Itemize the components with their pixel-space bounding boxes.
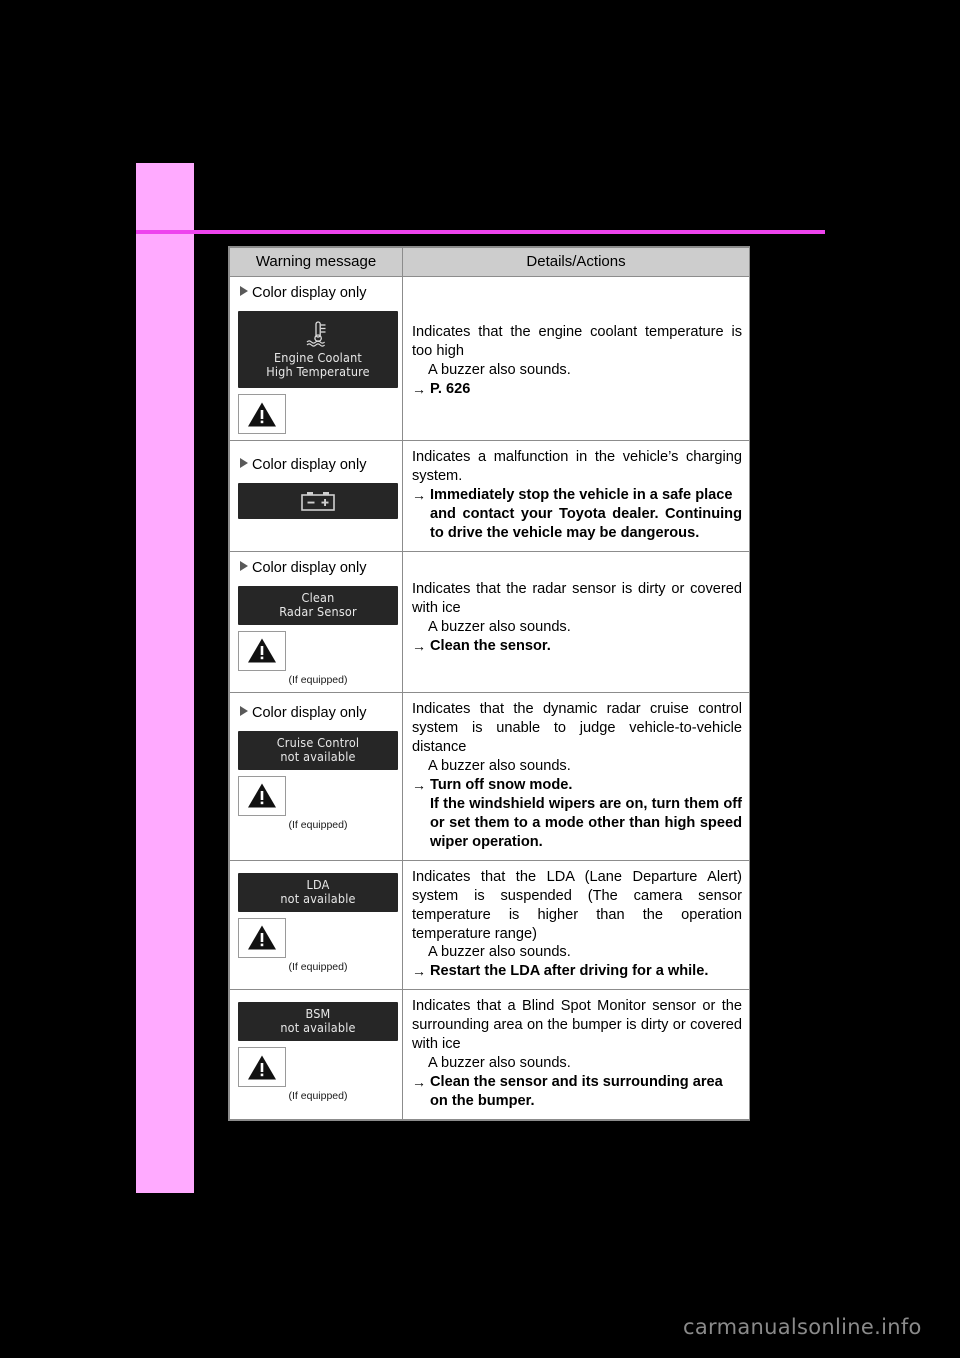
arrow-icon: → bbox=[412, 1074, 426, 1091]
mid-display-line: BSM bbox=[305, 1006, 331, 1022]
detail-intro: Indicates that the LDA (Lane Departure A… bbox=[412, 868, 742, 942]
detail-action: Clean the sensor and its surrounding are… bbox=[430, 1074, 723, 1091]
if-equipped-note: (If equipped) bbox=[288, 673, 348, 686]
detail-intro: Indicates that a Blind Spot Monitor sens… bbox=[412, 998, 742, 1053]
details-actions-cell: Indicates that the engine coolant temper… bbox=[402, 276, 750, 441]
color-display-only-note: Color display only bbox=[240, 705, 394, 721]
detail-buzzer: A buzzer also sounds. bbox=[428, 757, 571, 774]
mid-display-engine-coolant: Engine Coolant High Temperature bbox=[238, 311, 398, 388]
color-display-only-note: Color display only bbox=[240, 560, 394, 576]
warning-triangle-icon bbox=[248, 1055, 276, 1080]
header-rule bbox=[136, 230, 825, 234]
master-warning-triangle-box bbox=[238, 630, 286, 671]
battery-icon bbox=[301, 492, 335, 511]
details-actions-cell: Indicates that the radar sensor is dirty… bbox=[402, 550, 750, 693]
detail-action-continued: and contact your Toyota dealer. Continui… bbox=[430, 505, 742, 541]
detail-intro: Indicates that the engine coolant temper… bbox=[412, 324, 742, 359]
warning-message-cell: BSM not available (If equipped) bbox=[229, 989, 403, 1121]
column-header-details-actions: Details/Actions bbox=[402, 247, 750, 277]
mid-display-lda: LDA not available bbox=[238, 872, 398, 912]
triangle-bullet-icon bbox=[240, 560, 248, 571]
master-warning-triangle-box bbox=[238, 775, 286, 816]
mid-display-line: not available bbox=[280, 1020, 356, 1036]
warning-message-cell: Color display only bbox=[229, 440, 403, 552]
detail-buzzer: A buzzer also sounds. bbox=[428, 944, 571, 961]
detail-intro: Indicates that the radar sensor is dirty… bbox=[412, 580, 742, 616]
page-canvas: Warning message Details/Actions Color di… bbox=[0, 0, 960, 1358]
detail-action: Immediately stop the vehicle in a safe p… bbox=[430, 486, 733, 503]
page-side-tab bbox=[136, 163, 194, 1193]
arrow-icon: → bbox=[412, 637, 426, 654]
details-actions-cell: Indicates a malfunction in the vehicle’s… bbox=[402, 440, 750, 552]
warning-triangle-icon bbox=[248, 638, 276, 663]
details-actions-cell: Indicates that the dynamic radar cruise … bbox=[402, 691, 750, 861]
table-row: LDA not available (If equipped) Indicate… bbox=[229, 859, 750, 991]
mid-display-line: High Temperature bbox=[266, 364, 370, 379]
triangle-bullet-icon bbox=[240, 286, 248, 296]
mid-display-clean-radar-sensor: Clean Radar Sensor bbox=[238, 585, 398, 625]
warning-triangle-icon bbox=[248, 925, 276, 950]
if-equipped-note: (If equipped) bbox=[288, 960, 348, 973]
detail-buzzer: A buzzer also sounds. bbox=[428, 1055, 571, 1072]
triangle-bullet-icon bbox=[240, 705, 248, 716]
detail-buzzer: A buzzer also sounds. bbox=[428, 361, 571, 378]
details-actions-cell: Indicates that a Blind Spot Monitor sens… bbox=[402, 989, 750, 1121]
color-display-only-note: Color display only bbox=[240, 285, 394, 301]
watermark: carmanualsonline.info bbox=[683, 1315, 922, 1339]
mid-display-bsm: BSM not available bbox=[238, 1002, 398, 1042]
warning-triangle-icon bbox=[248, 783, 276, 808]
table-row: BSM not available (If equipped) Indicate… bbox=[229, 989, 750, 1121]
table-row: Color display only bbox=[229, 276, 750, 441]
warning-message-cell: Color display only Cruise Control not av… bbox=[229, 691, 403, 861]
if-equipped-note: (If equipped) bbox=[288, 818, 348, 831]
mid-display-line: LDA bbox=[306, 876, 330, 892]
if-equipped-note: (If equipped) bbox=[288, 1090, 348, 1103]
arrow-icon: → bbox=[412, 380, 426, 397]
table-header-row: Warning message Details/Actions bbox=[229, 247, 750, 277]
detail-action-continued: If the windshield wipers are on, turn th… bbox=[430, 795, 742, 850]
mid-display-line: Clean bbox=[301, 589, 335, 605]
details-actions-cell: Indicates that the LDA (Lane Departure A… bbox=[402, 859, 750, 991]
master-warning-triangle-box bbox=[238, 1047, 286, 1088]
column-header-warning-message: Warning message bbox=[229, 247, 403, 277]
mid-display-line: Cruise Control bbox=[276, 734, 360, 750]
warning-message-cell: LDA not available (If equipped) bbox=[229, 859, 403, 991]
arrow-icon: → bbox=[412, 963, 426, 980]
arrow-icon: → bbox=[412, 486, 426, 503]
detail-action: P. 626 bbox=[430, 380, 471, 397]
mid-display-line: Engine Coolant bbox=[273, 350, 363, 365]
mid-display-line: not available bbox=[280, 890, 356, 906]
warning-triangle-icon bbox=[248, 402, 276, 426]
coolant-temp-icon bbox=[306, 321, 326, 347]
mid-display-charging-system bbox=[238, 483, 398, 519]
table-row: Color display only Clean Radar Sensor (I… bbox=[229, 550, 750, 693]
master-warning-triangle-box bbox=[238, 394, 286, 434]
color-display-only-note: Color display only bbox=[240, 457, 394, 473]
detail-action: Restart the LDA after driving for a whil… bbox=[430, 963, 709, 980]
master-warning-triangle-box bbox=[238, 917, 286, 958]
table-row: Color display only Cruise Control not av… bbox=[229, 691, 750, 861]
mid-display-cruise-control: Cruise Control not available bbox=[238, 730, 398, 770]
arrow-icon: → bbox=[412, 776, 426, 793]
mid-display-line: not available bbox=[280, 748, 356, 764]
detail-intro: Indicates that the dynamic radar cruise … bbox=[412, 700, 742, 755]
mid-display-line: Radar Sensor bbox=[279, 603, 357, 619]
detail-action-continued: on the bumper. bbox=[430, 1093, 535, 1110]
warning-message-cell: Color display only bbox=[229, 276, 403, 441]
table-row: Color display only bbox=[229, 440, 750, 552]
detail-intro: Indicates a malfunction in the vehicle’s… bbox=[412, 449, 742, 484]
detail-buzzer: A buzzer also sounds. bbox=[428, 618, 571, 635]
triangle-bullet-icon bbox=[240, 458, 248, 468]
detail-action: Turn off snow mode. bbox=[430, 776, 573, 793]
warning-message-cell: Color display only Clean Radar Sensor (I… bbox=[229, 550, 403, 693]
detail-action: Clean the sensor. bbox=[430, 637, 551, 654]
warning-message-table: Warning message Details/Actions Color di… bbox=[228, 246, 750, 1122]
